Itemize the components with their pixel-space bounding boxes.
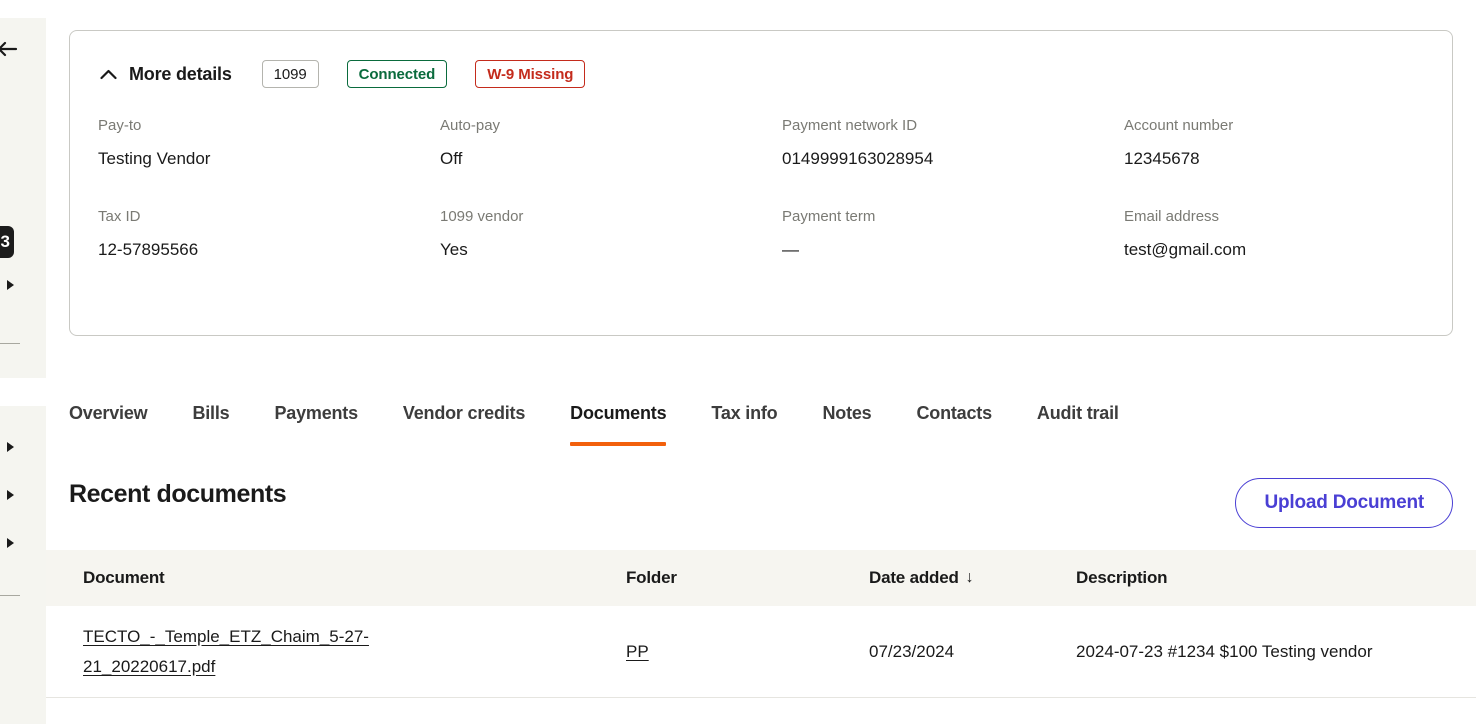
vendor-tabs: Overview Bills Payments Vendor credits D… [69, 398, 1119, 462]
tab-vendor-credits[interactable]: Vendor credits [403, 398, 525, 446]
field-label: 1099 vendor [440, 208, 524, 225]
more-details-title: More details [129, 63, 232, 84]
field-value: 12-57895566 [98, 240, 199, 259]
column-label: Folder [626, 568, 677, 587]
more-details-card: More details 1099 Connected W-9 Missing … [69, 30, 1453, 336]
sidebar-segment-upper [0, 18, 46, 378]
column-label: Description [1076, 568, 1168, 587]
cell-description: 2024-07-23 #1234 $100 Testing vendor [1076, 641, 1373, 661]
tab-contacts[interactable]: Contacts [916, 398, 992, 446]
column-header-date-added[interactable]: Date added ↓ [869, 568, 1076, 588]
field-payment-network-id: Payment network ID 0149999163028954 [782, 116, 1124, 170]
vendor-documents-page: 3 More details 1099 Connected W-9 Missin… [0, 0, 1476, 724]
tab-payments[interactable]: Payments [274, 398, 358, 446]
sidebar-divider [0, 343, 20, 344]
details-field-grid: Pay-to Testing Vendor Auto-pay Off Payme… [98, 116, 1428, 261]
cell-folder: PP [626, 623, 869, 681]
field-value: test@gmail.com [1124, 240, 1247, 259]
page-title: Recent documents [69, 480, 287, 508]
document-link[interactable]: TECTO_-_Temple_ETZ_Chaim_5-27-21_2022061… [83, 622, 423, 682]
badge-1099: 1099 [261, 60, 319, 88]
field-tax-id: Tax ID 12-57895566 [98, 207, 440, 261]
cell-document: TECTO_-_Temple_ETZ_Chaim_5-27-21_2022061… [83, 608, 626, 696]
tab-bills[interactable]: Bills [192, 398, 229, 446]
field-label: Email address [1124, 208, 1220, 225]
field-account-number: Account number 12345678 [1124, 116, 1428, 170]
field-label: Tax ID [98, 208, 141, 225]
table-header-row: Document Folder Date added ↓ Description [46, 550, 1476, 606]
chevron-up-icon[interactable] [98, 64, 118, 84]
field-1099-vendor: 1099 vendor Yes [440, 207, 782, 261]
field-label: Auto-pay [440, 117, 501, 134]
documents-table: Document Folder Date added ↓ Description… [46, 550, 1476, 698]
sidebar-divider [0, 595, 20, 596]
tab-documents[interactable]: Documents [570, 398, 667, 446]
field-label: Pay-to [98, 117, 142, 134]
tab-overview[interactable]: Overview [69, 398, 148, 446]
badge-connected: Connected [346, 60, 448, 88]
column-label: Date added [869, 568, 959, 587]
caret-right-icon[interactable] [6, 441, 18, 455]
main-content: More details 1099 Connected W-9 Missing … [46, 0, 1476, 724]
caret-right-icon[interactable] [6, 489, 18, 503]
tab-notes[interactable]: Notes [822, 398, 871, 446]
field-label: Payment network ID [782, 117, 918, 134]
sidebar-count-badge[interactable]: 3 [0, 226, 14, 258]
field-value: — [782, 240, 799, 259]
field-pay-to: Pay-to Testing Vendor [98, 116, 440, 170]
field-label: Payment term [782, 208, 876, 225]
field-value: Off [440, 149, 463, 168]
caret-right-icon[interactable] [6, 537, 18, 551]
badge-w9-missing: W-9 Missing [475, 60, 586, 88]
field-value: 12345678 [1124, 149, 1200, 168]
table-row[interactable]: TECTO_-_Temple_ETZ_Chaim_5-27-21_2022061… [46, 606, 1476, 698]
field-value: 0149999163028954 [782, 149, 934, 168]
column-header-folder[interactable]: Folder [626, 568, 869, 588]
arrow-left-icon[interactable] [0, 38, 20, 60]
column-header-document[interactable]: Document [83, 568, 626, 588]
field-label: Account number [1124, 117, 1234, 134]
column-header-description[interactable]: Description [1076, 568, 1453, 588]
tab-tax-info[interactable]: Tax info [711, 398, 777, 446]
folder-link[interactable]: PP [626, 642, 649, 661]
caret-right-icon[interactable] [6, 279, 18, 293]
field-auto-pay: Auto-pay Off [440, 116, 782, 170]
column-label: Document [83, 568, 165, 587]
field-value: Yes [440, 240, 468, 259]
sidebar-gap-top [0, 0, 46, 18]
arrow-down-icon[interactable]: ↓ [966, 570, 974, 586]
recent-documents-header: Recent documents Upload Document [69, 478, 1453, 528]
field-email-address: Email address test@gmail.com [1124, 207, 1428, 261]
cell-date-added: 07/23/2024 [869, 641, 955, 661]
sidebar-gap-mid [0, 378, 46, 406]
tab-audit-trail[interactable]: Audit trail [1037, 398, 1119, 446]
more-details-header[interactable]: More details 1099 Connected W-9 Missing [98, 60, 586, 88]
upload-document-button[interactable]: Upload Document [1235, 478, 1453, 528]
field-payment-term: Payment term — [782, 207, 1124, 261]
left-sidebar: 3 [0, 0, 46, 724]
field-value: Testing Vendor [98, 149, 211, 168]
